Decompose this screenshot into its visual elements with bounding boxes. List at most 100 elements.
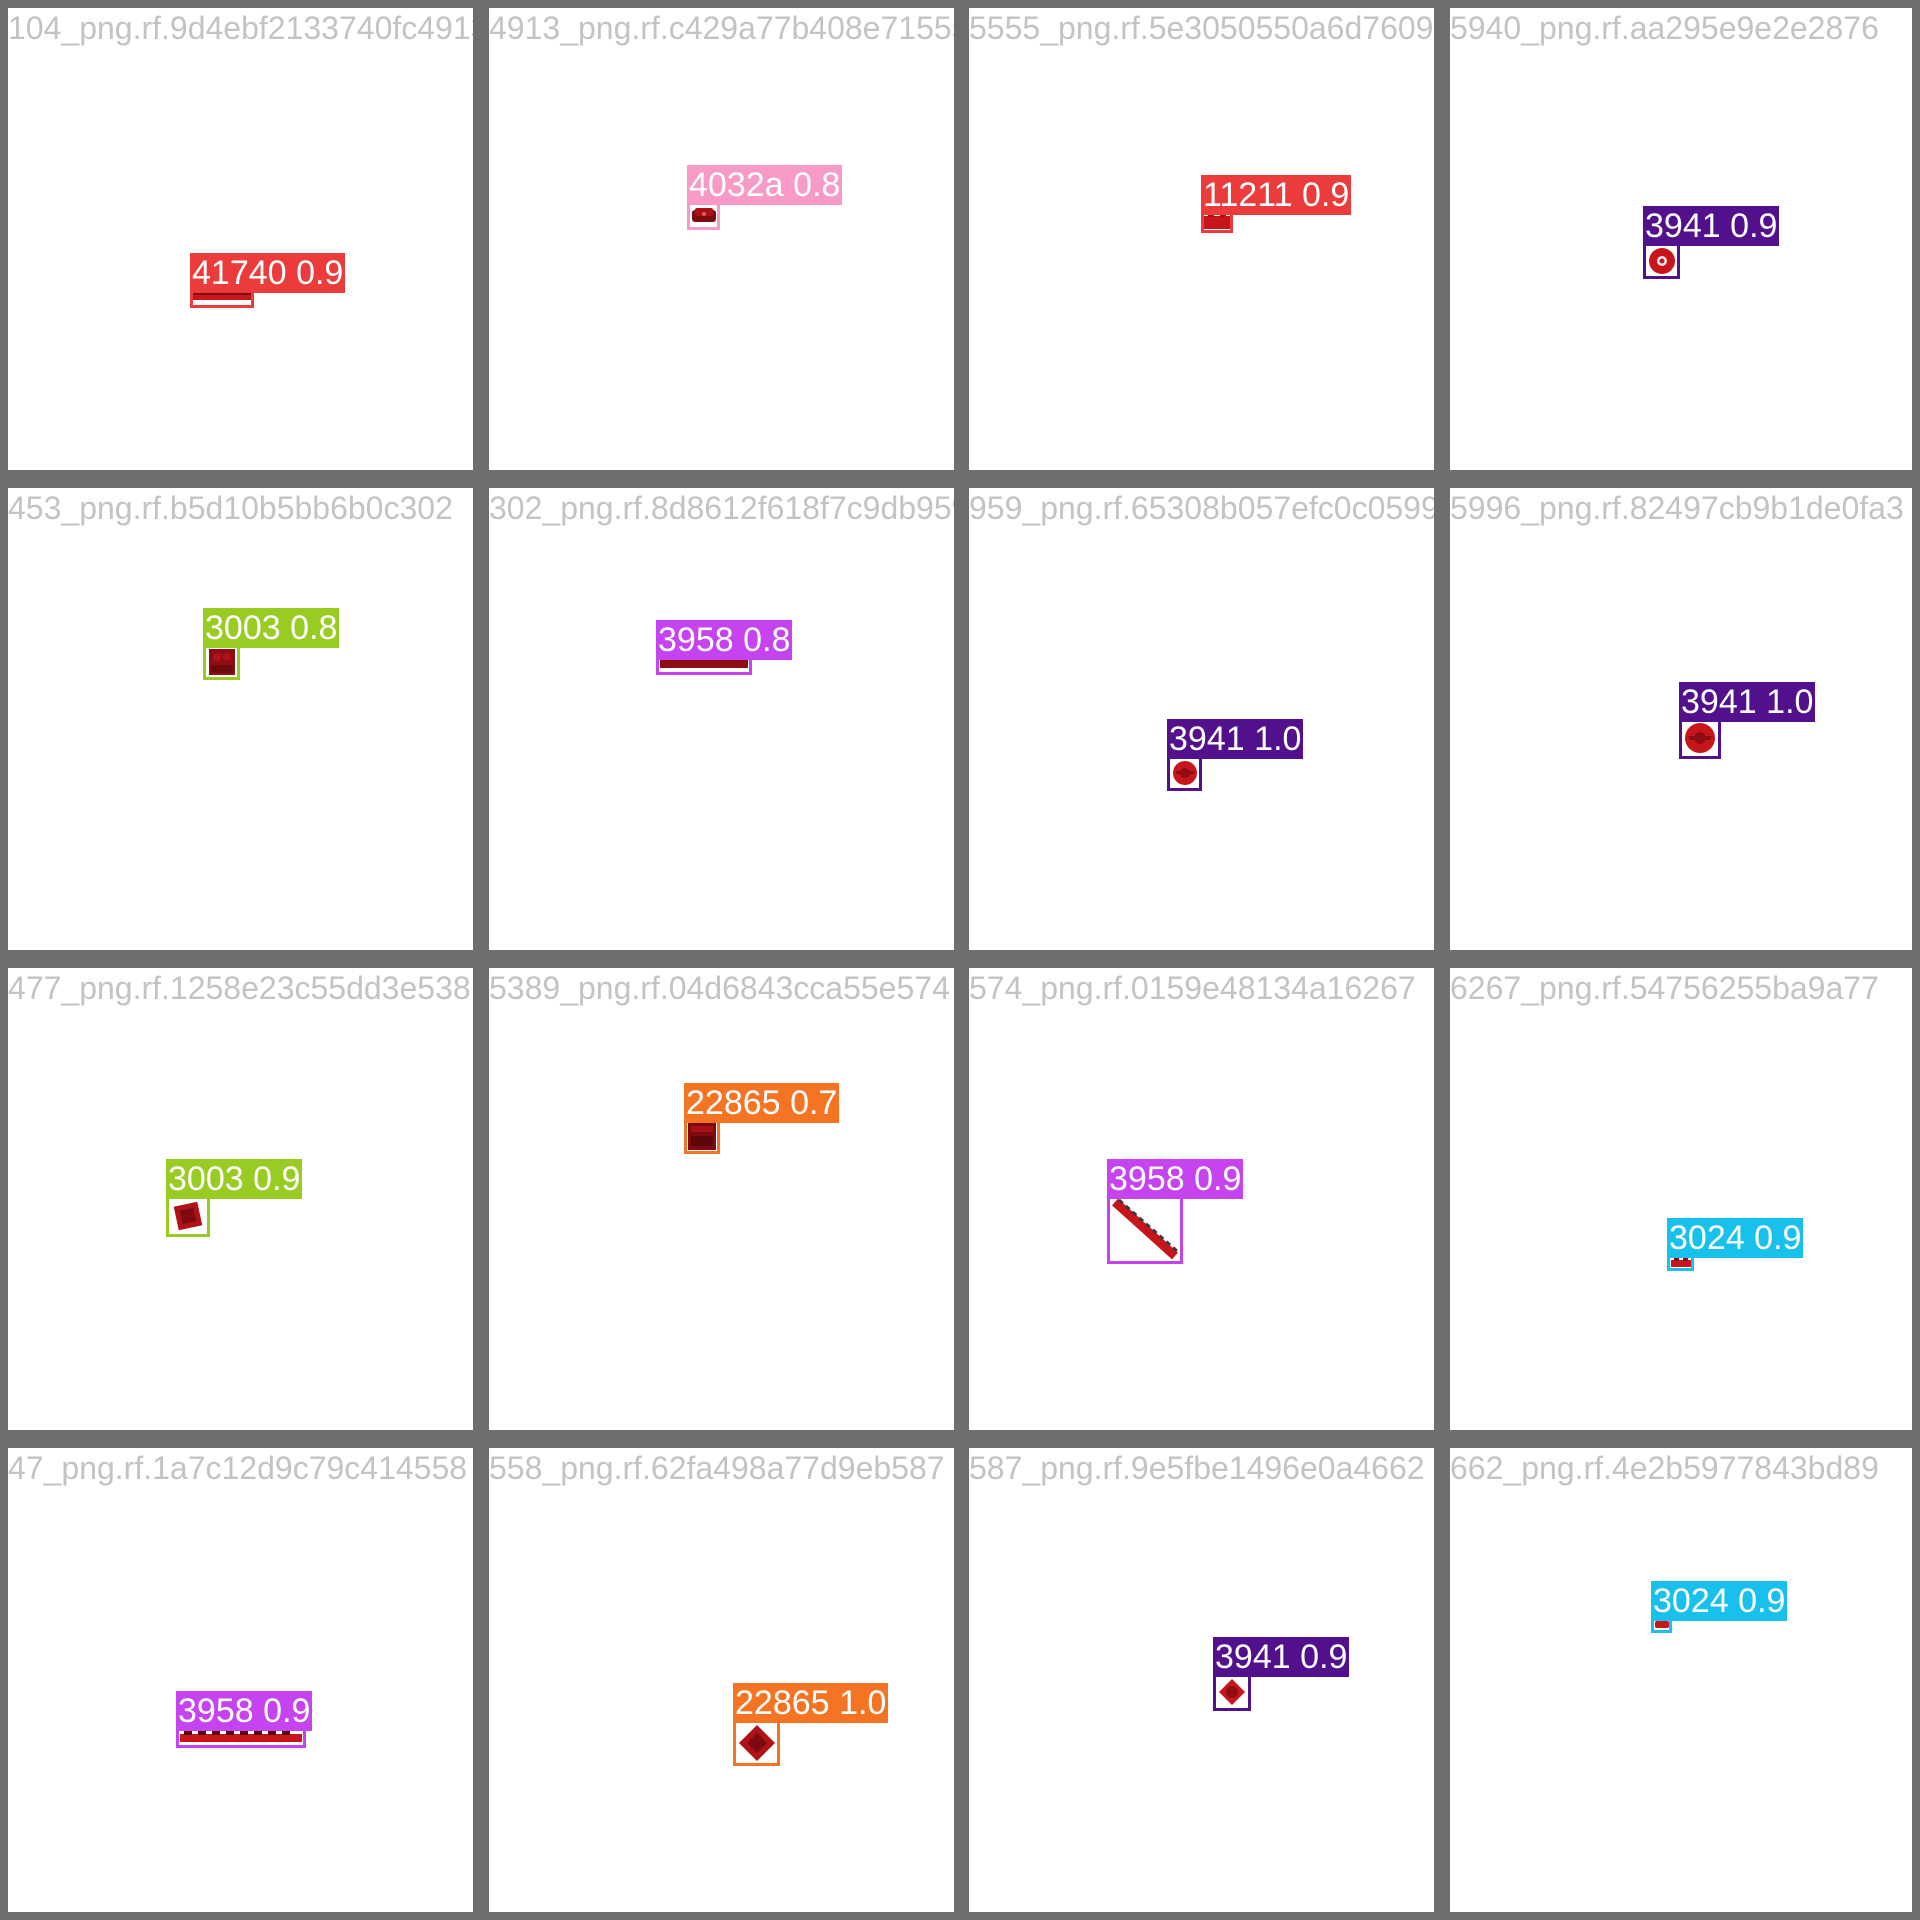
- image-filename: 5555_png.rf.5e3050550a6d76094: [969, 10, 1434, 46]
- detection-label: 3958 0.8: [656, 620, 793, 660]
- image-filename: 4913_png.rf.c429a77b408e71555: [489, 10, 954, 46]
- result-tile: 5940_png.rf.aa295e9e2e2876 3941 0.9: [1450, 8, 1912, 470]
- class-id: 4032a: [689, 166, 784, 204]
- class-id: 3941: [1215, 1638, 1291, 1676]
- result-tile: 4913_png.rf.c429a77b408e71555 4032a 0.8: [489, 8, 954, 470]
- round-brick-icon: [1685, 723, 1715, 753]
- result-tile: 558_png.rf.62fa498a77d9eb587 22865 1.0: [489, 1448, 954, 1912]
- class-id: 22865: [735, 1684, 830, 1722]
- confidence-score: 0.9: [1738, 1582, 1786, 1620]
- image-filename: 5389_png.rf.04d6843cca55e574: [489, 970, 950, 1006]
- confidence-score: 0.7: [790, 1084, 838, 1122]
- brick-icon: [688, 1122, 716, 1150]
- class-id: 3024: [1653, 1582, 1729, 1620]
- result-tile: 662_png.rf.4e2b5977843bd89 3024 0.9: [1450, 1448, 1912, 1912]
- bounding-box: [733, 1719, 780, 1766]
- result-tile: 453_png.rf.b5d10b5bb6b0c302 3003 0.8: [8, 488, 473, 950]
- result-tile: 574_png.rf.0159e48134a16267 3958 0.9: [969, 968, 1434, 1430]
- result-tile: 477_png.rf.1258e23c55dd3e538 3003 0.9: [8, 968, 473, 1430]
- detection-label: 3958 0.9: [1107, 1159, 1244, 1199]
- bounding-box: [203, 643, 240, 680]
- detection-label: 3941 1.0: [1679, 682, 1816, 722]
- detection-label: 3003 0.9: [166, 1159, 303, 1199]
- square-brick-icon: [208, 648, 235, 675]
- round-brick-icon: [1648, 247, 1675, 274]
- image-filename: 47_png.rf.1a7c12d9c79c414558: [8, 1450, 468, 1486]
- detection-label: 4032a 0.8: [687, 165, 843, 205]
- detection-label: 3024 0.9: [1667, 1218, 1804, 1258]
- class-id: 3003: [205, 609, 281, 647]
- confidence-score: 0.9: [253, 1160, 301, 1198]
- class-id: 3958: [178, 1692, 254, 1730]
- confidence-score: 1.0: [839, 1684, 887, 1722]
- result-tile: 959_png.rf.65308b057efc0c05996 3941 1.0: [969, 488, 1434, 950]
- class-id: 11211: [1203, 176, 1293, 214]
- result-tile: 6267_png.rf.54756255ba9a77 3024 0.9: [1450, 968, 1912, 1430]
- result-tile: 302_png.rf.8d8612f618f7c9db959 3958 0.8: [489, 488, 954, 950]
- detection-label: 22865 1.0: [733, 1683, 889, 1723]
- class-id: 3958: [1109, 1160, 1185, 1198]
- class-id: 22865: [686, 1084, 781, 1122]
- image-filename: 574_png.rf.0159e48134a16267: [969, 970, 1416, 1006]
- detection-label: 3024 0.9: [1651, 1581, 1788, 1621]
- long-plate-icon: [180, 1731, 302, 1742]
- image-filename: 104_png.rf.9d4ebf2133740fc4913: [8, 10, 473, 46]
- result-tile: 587_png.rf.9e5fbe1496e0a4662 3941 0.9: [969, 1448, 1434, 1912]
- confidence-score: 0.9: [296, 254, 344, 292]
- brick-icon: [1204, 213, 1230, 229]
- bounding-box: [166, 1194, 210, 1237]
- confidence-score: 0.9: [1300, 1638, 1348, 1676]
- class-id: 3941: [1645, 207, 1721, 245]
- small-plate-icon: [1670, 1258, 1691, 1267]
- image-filename: 302_png.rf.8d8612f618f7c9db959: [489, 490, 954, 526]
- class-id: 3941: [1169, 720, 1245, 758]
- round-brick-icon: [1219, 1679, 1245, 1705]
- class-id: 3003: [168, 1160, 244, 1198]
- image-filename: 453_png.rf.b5d10b5bb6b0c302: [8, 490, 453, 526]
- confidence-score: 0.8: [290, 609, 338, 647]
- image-filename: 587_png.rf.9e5fbe1496e0a4662: [969, 1450, 1425, 1486]
- result-tile: 47_png.rf.1a7c12d9c79c414558 3958 0.9: [8, 1448, 473, 1912]
- diagonal-plate-icon: [1111, 1198, 1179, 1260]
- image-filename: 5940_png.rf.aa295e9e2e2876: [1450, 10, 1879, 46]
- result-tile: 5555_png.rf.5e3050550a6d76094 11211 0.9: [969, 8, 1434, 470]
- image-filename: 5996_png.rf.82497cb9b1de0fa3: [1450, 490, 1904, 526]
- detection-label: 22865 0.7: [684, 1083, 840, 1123]
- bounding-box: [1679, 717, 1721, 759]
- square-brick-icon: [173, 1201, 203, 1230]
- detection-label: 3003 0.8: [203, 608, 340, 648]
- confidence-score: 0.9: [1730, 207, 1778, 245]
- bounding-box: [1167, 755, 1202, 791]
- image-filename: 477_png.rf.1258e23c55dd3e538: [8, 970, 471, 1006]
- detection-label: 3941 1.0: [1167, 719, 1304, 759]
- bounding-box: [1107, 1194, 1183, 1264]
- class-id: 3941: [1681, 683, 1757, 721]
- round-brick-icon: [1172, 761, 1197, 785]
- detection-label: 41740 0.9: [190, 253, 346, 293]
- detection-label: 3958 0.9: [176, 1691, 313, 1731]
- bounding-box: [1213, 1673, 1251, 1711]
- bounding-box: [1643, 242, 1680, 279]
- result-tile: 104_png.rf.9d4ebf2133740fc4913 41740 0.9: [8, 8, 473, 470]
- image-filename: 558_png.rf.62fa498a77d9eb587: [489, 1450, 945, 1486]
- image-filename: 959_png.rf.65308b057efc0c05996: [969, 490, 1434, 526]
- confidence-score: 0.9: [263, 1692, 311, 1730]
- bounding-box: [684, 1118, 720, 1154]
- small-plate-icon: [1654, 1621, 1669, 1628]
- detection-label: 11211 0.9: [1201, 175, 1352, 215]
- confidence-score: 1.0: [1254, 720, 1302, 758]
- diamond-brick-icon: [738, 1724, 775, 1761]
- class-id: 41740: [192, 254, 287, 292]
- confidence-score: 0.9: [1754, 1219, 1802, 1257]
- confidence-score: 0.9: [1194, 1160, 1242, 1198]
- detection-label: 3941 0.9: [1213, 1637, 1350, 1677]
- result-tile: 5996_png.rf.82497cb9b1de0fa3 3941 1.0: [1450, 488, 1912, 950]
- image-filename: 662_png.rf.4e2b5977843bd89: [1450, 1450, 1879, 1486]
- confidence-score: 1.0: [1766, 683, 1814, 721]
- class-id: 3024: [1669, 1219, 1745, 1257]
- detection-label: 3941 0.9: [1643, 206, 1780, 246]
- image-filename: 6267_png.rf.54756255ba9a77: [1450, 970, 1879, 1006]
- result-tile: 5389_png.rf.04d6843cca55e574 22865 0.7: [489, 968, 954, 1430]
- confidence-score: 0.8: [743, 621, 791, 659]
- confidence-score: 0.8: [793, 166, 841, 204]
